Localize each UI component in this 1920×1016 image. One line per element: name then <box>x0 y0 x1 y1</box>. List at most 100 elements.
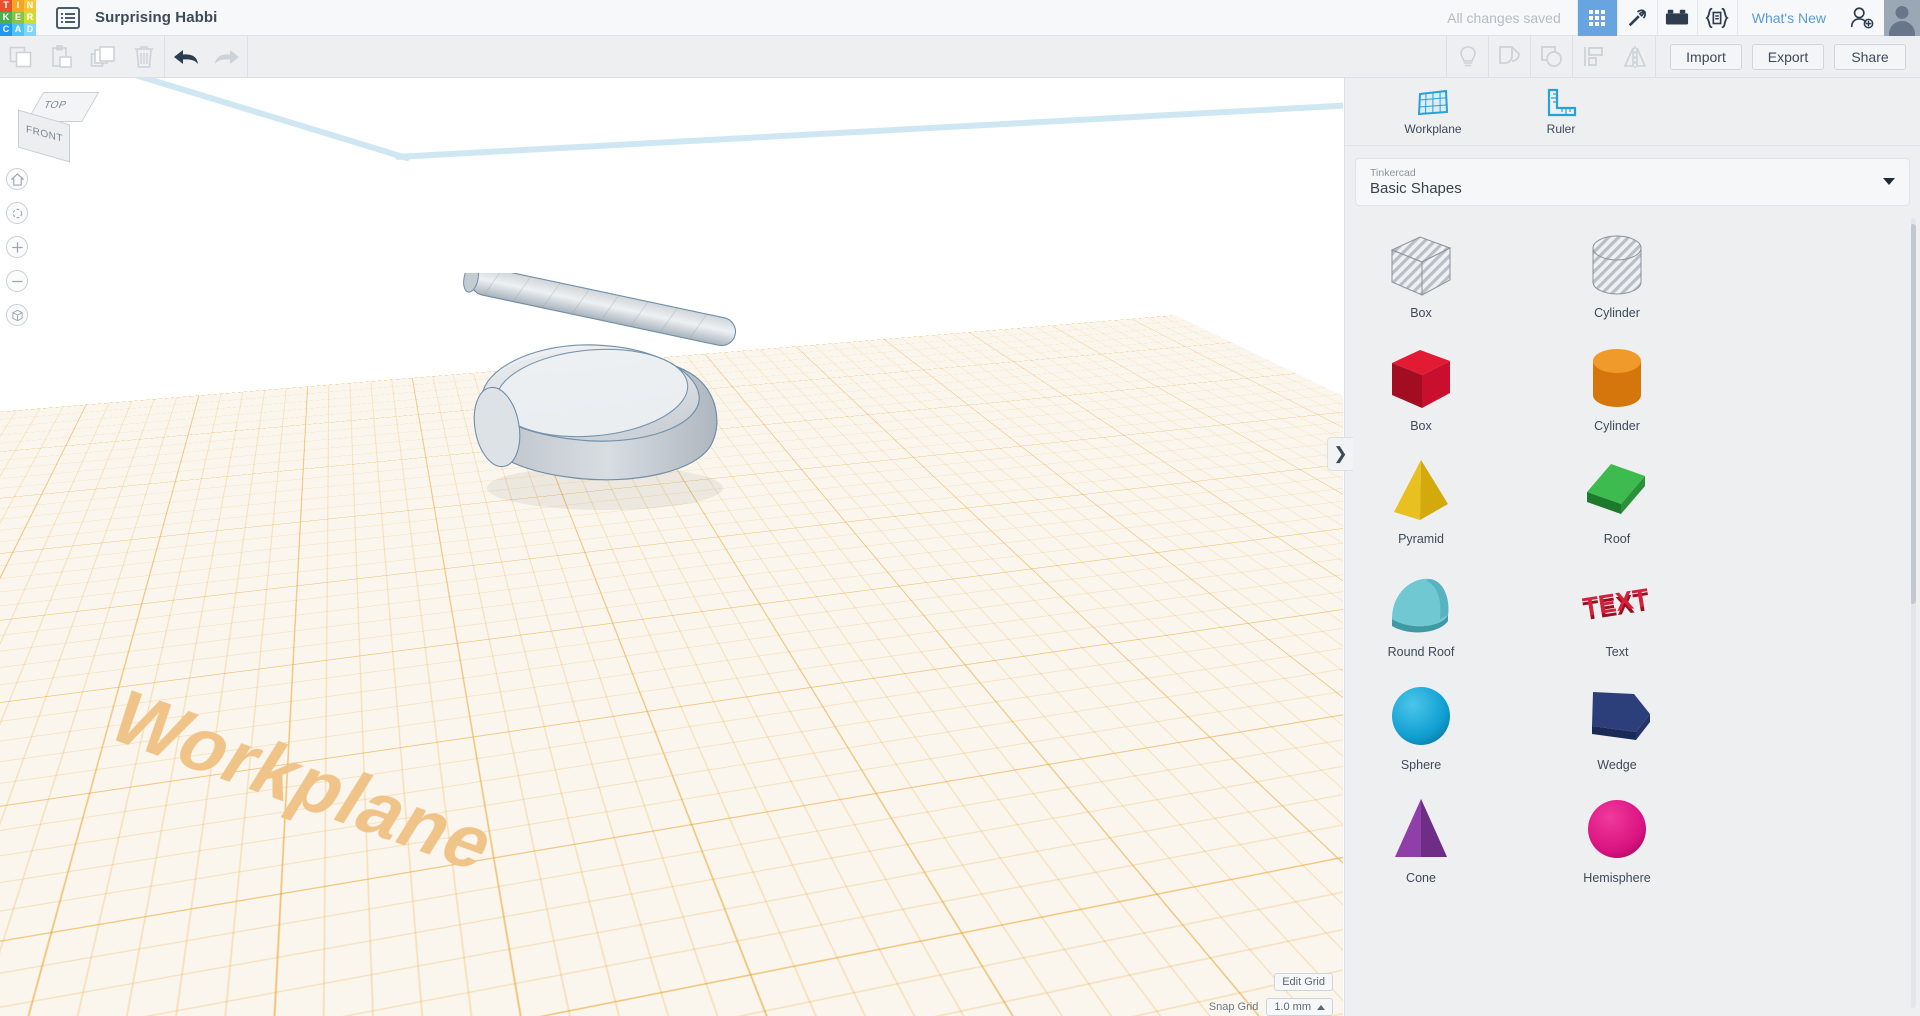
shape-thumbnail <box>1387 791 1455 871</box>
shape-thumbnail <box>1584 226 1650 306</box>
text-icon: TEXT TEXT <box>1581 582 1652 626</box>
zoom-in-button[interactable] <box>6 236 28 258</box>
whats-new-link[interactable]: What's New <box>1736 0 1840 36</box>
project-title[interactable]: Surprising Habbi <box>95 9 217 26</box>
minecraft-button[interactable] <box>1616 0 1657 36</box>
shape-label: Sphere <box>1400 758 1442 772</box>
shape-item-text[interactable]: TEXT TEXT Text <box>1568 565 1666 678</box>
logo-letter: E <box>12 11 24 24</box>
bricks-button[interactable] <box>1656 0 1697 36</box>
panel-tools-row: Workplane Ruler <box>1345 78 1920 146</box>
list-bar <box>65 16 75 19</box>
shape-item-roof[interactable]: Roof <box>1568 452 1666 565</box>
shape-thumbnail <box>1386 452 1456 532</box>
zoom-out-button[interactable] <box>6 270 28 292</box>
paste-button[interactable] <box>41 36 82 78</box>
group-button[interactable] <box>1489 36 1530 78</box>
shape-item-sphere[interactable]: Sphere <box>1372 678 1470 791</box>
snap-grid-value: 1.0 mm <box>1274 1001 1311 1013</box>
ruler-tool-label: Ruler <box>1546 121 1576 136</box>
shape-thumbnail <box>1580 678 1654 758</box>
invite-people-button[interactable] <box>1840 0 1884 36</box>
list-bar <box>65 12 75 15</box>
shape-thumbnail <box>1389 678 1453 758</box>
list-bullet <box>61 20 63 23</box>
shape-thumbnail <box>1584 339 1650 419</box>
mirror-icon <box>1623 45 1646 68</box>
shape-label: Box <box>1410 306 1432 320</box>
edit-grid-button[interactable]: Edit Grid <box>1274 973 1333 991</box>
roof-icon <box>1587 464 1645 514</box>
redo-arrow-icon <box>214 49 239 64</box>
group-shapes-icon <box>1498 45 1520 64</box>
chevron-down-icon <box>1883 178 1895 185</box>
logo-letter: I <box>12 0 24 12</box>
codeblocks-button[interactable] <box>1696 0 1737 36</box>
shape-list[interactable]: Box Cylinder Box Cylinder Pyramid Roof R… <box>1355 216 1911 1006</box>
mirror-button[interactable] <box>1614 36 1655 78</box>
duplicate-button[interactable] <box>82 36 123 78</box>
share-button[interactable]: Share <box>1834 43 1906 70</box>
logo-letter: C <box>0 23 12 36</box>
export-button[interactable]: Export <box>1752 43 1824 70</box>
list-icon-row <box>61 20 75 23</box>
list-icon-row <box>61 12 75 15</box>
shape-grid: Box Cylinder Box Cylinder Pyramid Roof R… <box>1355 216 1911 904</box>
logo-letter: R <box>24 11 36 24</box>
shape-item-hemisphere[interactable]: Hemisphere <box>1568 791 1666 904</box>
shape-library-dropdown[interactable]: Tinkercad Basic Shapes <box>1355 158 1910 206</box>
shape-label: Roof <box>1603 532 1631 546</box>
avatar[interactable] <box>1884 0 1920 36</box>
pickaxe-icon <box>1629 8 1647 26</box>
shape-label: Cone <box>1406 871 1436 885</box>
file-actions: Import Export Share <box>1656 43 1920 70</box>
wedge-icon <box>1592 692 1650 740</box>
shape-label: Cylinder <box>1594 419 1640 433</box>
view-cube[interactable]: TOP FRONT <box>18 92 100 163</box>
shape-label: Text <box>1605 645 1629 659</box>
chevron-up-icon <box>1317 1004 1325 1010</box>
redo-button[interactable] <box>206 36 247 78</box>
shape-item-cone[interactable]: Cone <box>1372 791 1470 904</box>
workplane-canvas[interactable]: Workplane TOP FRONT Edit Grid Snap Grid … <box>0 78 1343 1016</box>
perspective-toggle-button[interactable] <box>6 304 28 326</box>
design-view-button[interactable] <box>1576 0 1617 36</box>
save-status: All changes saved <box>1447 9 1561 26</box>
cylinder-icon <box>1593 349 1641 407</box>
home-view-button[interactable] <box>6 168 28 190</box>
box-hole-icon <box>1390 236 1452 296</box>
cone-icon <box>1395 799 1447 857</box>
import-button[interactable]: Import <box>1670 43 1742 70</box>
fit-view-button[interactable] <box>6 202 28 224</box>
delete-button[interactable] <box>123 36 164 78</box>
shape-thumbnail <box>1384 339 1458 419</box>
edit-toolbar: Import Export Share <box>0 35 1920 78</box>
ungroup-shapes-icon <box>1540 45 1562 67</box>
collapse-panel-button[interactable]: ❯ <box>1327 437 1353 471</box>
ungroup-button[interactable] <box>1531 36 1572 78</box>
undo-button[interactable] <box>165 36 206 78</box>
shape-label: Hemisphere <box>1583 871 1651 885</box>
codeblocks-icon <box>1705 7 1729 28</box>
shape-item-round-roof[interactable]: Round Roof <box>1372 565 1470 678</box>
shape-item-wedge[interactable]: Wedge <box>1568 678 1666 791</box>
workplane-tool[interactable]: Workplane <box>1383 88 1483 136</box>
hide-button[interactable] <box>1447 36 1488 78</box>
tinkercad-logo[interactable]: T I N K E R C A D <box>0 0 36 36</box>
list-icon[interactable] <box>56 6 80 29</box>
shape-item-box-hole[interactable]: Box <box>1372 226 1470 339</box>
top-bar: T I N K E R C A D Surprising Habbi All c… <box>0 0 1920 36</box>
shape-label: Pyramid <box>1398 532 1444 546</box>
align-button[interactable] <box>1573 36 1614 78</box>
copy-button[interactable] <box>0 36 41 78</box>
ruler-tool[interactable]: Ruler <box>1511 88 1611 136</box>
shape-item-pyramid[interactable]: Pyramid <box>1372 452 1470 565</box>
shape-thumbnail <box>1585 791 1649 871</box>
shape-item-box[interactable]: Box <box>1372 339 1470 452</box>
model-3d-shapes[interactable] <box>455 273 775 513</box>
shape-item-cylinder-hole[interactable]: Cylinder <box>1568 226 1666 339</box>
pyramid-icon <box>1394 460 1448 520</box>
shape-item-cylinder[interactable]: Cylinder <box>1568 339 1666 452</box>
snap-grid-label: Snap Grid <box>1208 1001 1259 1013</box>
snap-grid-stepper[interactable]: 1.0 mm <box>1266 998 1333 1016</box>
